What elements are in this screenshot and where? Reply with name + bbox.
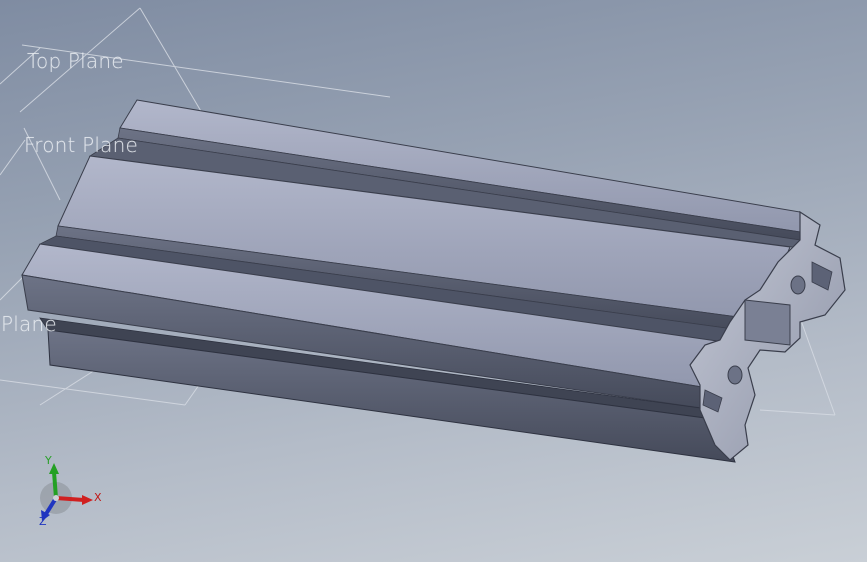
axis-y-label: Y — [45, 454, 52, 467]
model-scene[interactable] — [0, 0, 867, 562]
reference-triad[interactable]: Y X Z — [30, 450, 110, 530]
axis-z-label: Z — [39, 515, 47, 528]
aluminum-extrusion-part[interactable] — [21, 99, 846, 463]
front-plane-label[interactable]: Front Plane — [24, 133, 138, 157]
axis-x-label: X — [94, 491, 102, 504]
right-plane-label[interactable]: Plane — [1, 312, 57, 336]
graphics-viewport[interactable]: Top Plane Front Plane Plane Y X Z — [0, 0, 867, 562]
top-plane-label[interactable]: Top Plane — [27, 49, 124, 73]
